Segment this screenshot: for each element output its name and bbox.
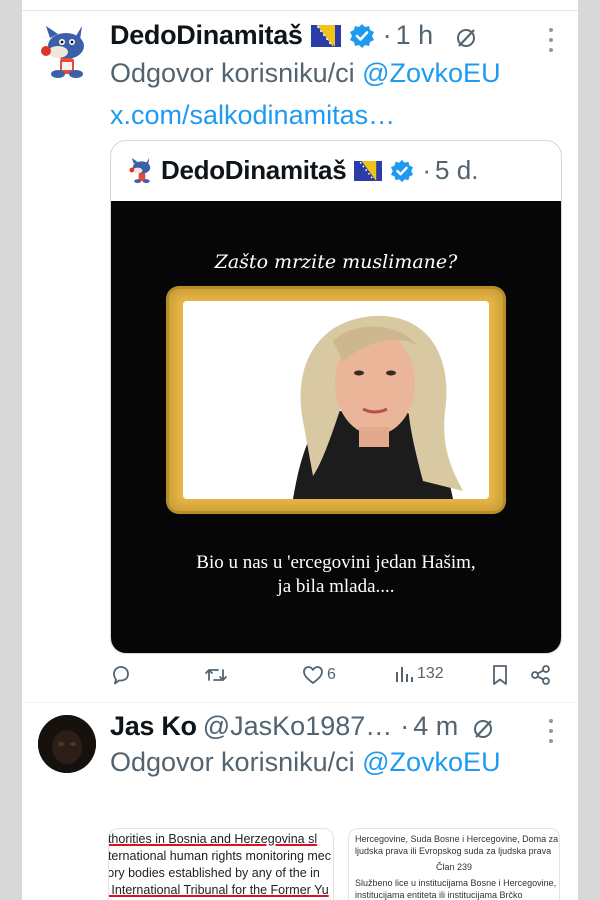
quoted-tweet[interactable]: DedoDinamitaš · 5 d. Zašto mrzite muslim… — [110, 140, 562, 654]
attached-document-image[interactable]: Hercegovine, Suda Bosne i Hercegovine, D… — [348, 828, 560, 900]
separator-dot: · — [400, 711, 410, 741]
reply-context: Odgovor korisniku/ci @ZovkoEU — [110, 747, 501, 778]
reply-mention-link[interactable]: @ZovkoEU — [362, 58, 500, 88]
bosnia-flag-icon — [310, 24, 341, 47]
reply-button[interactable] — [110, 664, 132, 686]
attached-document-image[interactable]: uthorities in Bosnia and Herzegovina sl … — [108, 828, 334, 900]
reply-icon — [113, 666, 129, 685]
share-button[interactable] — [530, 664, 552, 686]
tweet-link[interactable]: x.com/salkodinamitas… — [110, 100, 395, 131]
document-article-heading: Član 239 — [435, 862, 473, 872]
verified-badge-icon — [390, 159, 414, 183]
more-options-icon[interactable] — [548, 719, 554, 743]
display-name[interactable]: Jas Ko — [110, 711, 197, 742]
more-options-icon[interactable] — [548, 28, 554, 52]
timeline: DedoDinamitaš · 1 h Odgovor korisniku/ci… — [22, 0, 578, 900]
verified-badge-icon — [349, 23, 375, 49]
avatar[interactable] — [38, 715, 96, 773]
quote-image[interactable]: Zašto mrzite muslimane? Bio u nas u 'erc… — [111, 201, 561, 653]
reply-mention-link[interactable]: @ZovkoEU — [362, 747, 500, 777]
like-button[interactable]: 6 — [302, 664, 336, 686]
bookmark-button[interactable] — [490, 664, 510, 686]
handle[interactable]: @JasKo1987… — [203, 711, 393, 742]
analytics-icon — [396, 667, 413, 682]
caption-line: ja bila mlada.... — [277, 576, 395, 597]
timestamp[interactable]: 4 m — [413, 711, 458, 742]
quote-timestamp[interactable]: 5 d. — [435, 155, 478, 186]
like-count: 6 — [327, 666, 336, 683]
repost-icon — [205, 669, 227, 681]
display-name[interactable]: DedoDinamitaš — [110, 20, 303, 51]
tweet-header: DedoDinamitaš · 1 h — [110, 20, 477, 51]
views-button[interactable]: 132 — [394, 664, 444, 684]
document-line: sory bodies established by any of the in — [108, 866, 320, 880]
avatar[interactable] — [36, 24, 94, 82]
portrait-photo — [183, 301, 489, 499]
photo-frame — [169, 289, 503, 511]
document-line: e International Tribunal for the Former … — [108, 883, 329, 897]
share-icon — [531, 665, 550, 685]
quote-display-name[interactable]: DedoDinamitaš — [161, 155, 347, 186]
reply-prefix: Odgovor korisniku/ci — [110, 747, 355, 777]
separator-dot: · — [422, 155, 432, 185]
heart-icon — [303, 666, 323, 684]
reply-context: Odgovor korisniku/ci @ZovkoEU — [110, 58, 501, 89]
document-line: ljudska prava ili Evropskog suda za ljud… — [355, 846, 552, 856]
avatar[interactable] — [127, 157, 155, 185]
quote-header: DedoDinamitaš · 5 d. — [127, 155, 478, 186]
grok-icon[interactable] — [455, 25, 477, 47]
document-line: institucijama entiteta ili institucijama… — [355, 890, 523, 900]
grok-icon[interactable] — [472, 716, 494, 738]
action-bar: 6 132 — [110, 664, 560, 690]
document-line: Službeno lice u institucijama Bosne i He… — [355, 878, 557, 888]
image-caption: Bio u nas u 'ercegovini jedan Hašim, ja … — [111, 551, 561, 599]
repost-button[interactable] — [204, 664, 228, 686]
caption-line: Bio u nas u 'ercegovini jedan Hašim, — [196, 552, 476, 573]
separator-dot: · — [382, 20, 392, 50]
document-line: Hercegovine, Suda Bosne i Hercegovine, D… — [355, 834, 559, 844]
tweet[interactable]: DedoDinamitaš · 1 h Odgovor korisniku/ci… — [22, 0, 578, 702]
bosnia-flag-icon — [354, 160, 383, 181]
reply-prefix: Odgovor korisniku/ci — [110, 58, 355, 88]
bookmark-icon — [493, 665, 507, 685]
timestamp[interactable]: 1 h — [396, 20, 434, 51]
view-count: 132 — [417, 665, 444, 682]
document-line: uthorities in Bosnia and Herzegovina sl — [108, 832, 318, 846]
document-line: nternational human rights monitoring mec — [108, 849, 331, 863]
image-title-text: Zašto mrzite muslimane? — [214, 251, 458, 273]
tweet-header: Jas Ko @JasKo1987… · 4 m — [110, 711, 494, 742]
